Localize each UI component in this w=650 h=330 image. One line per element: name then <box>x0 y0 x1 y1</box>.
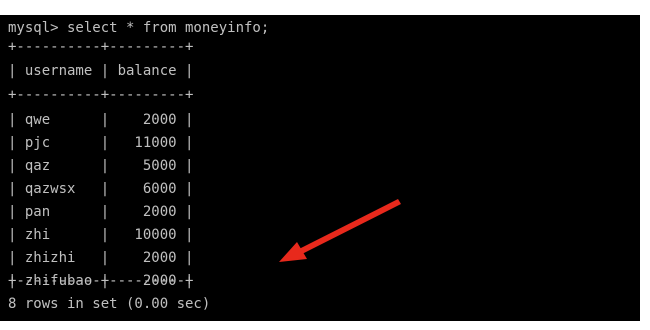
command-prompt-line: mysql> select * from moneyinfo; <box>8 20 270 36</box>
table-row: | pjc | 11000 | <box>8 135 194 151</box>
table-top-border: +----------+---------+ <box>8 39 194 55</box>
table-bottom-border: +----------+---------+ <box>8 273 194 289</box>
result-footer: 8 rows in set (0.00 sec) <box>8 296 211 312</box>
table-header-border: +----------+---------+ <box>8 87 194 103</box>
table-row: | zhizhi | 2000 | <box>8 250 194 266</box>
table-row: | qwe | 2000 | <box>8 112 194 128</box>
table-row: | zhi | 10000 | <box>8 227 194 243</box>
table-row: | qaz | 5000 | <box>8 158 194 174</box>
table-row: | qazwsx | 6000 | <box>8 181 194 197</box>
table-header-row: | username | balance | <box>8 63 194 79</box>
table-row: | pan | 2000 | <box>8 204 194 220</box>
